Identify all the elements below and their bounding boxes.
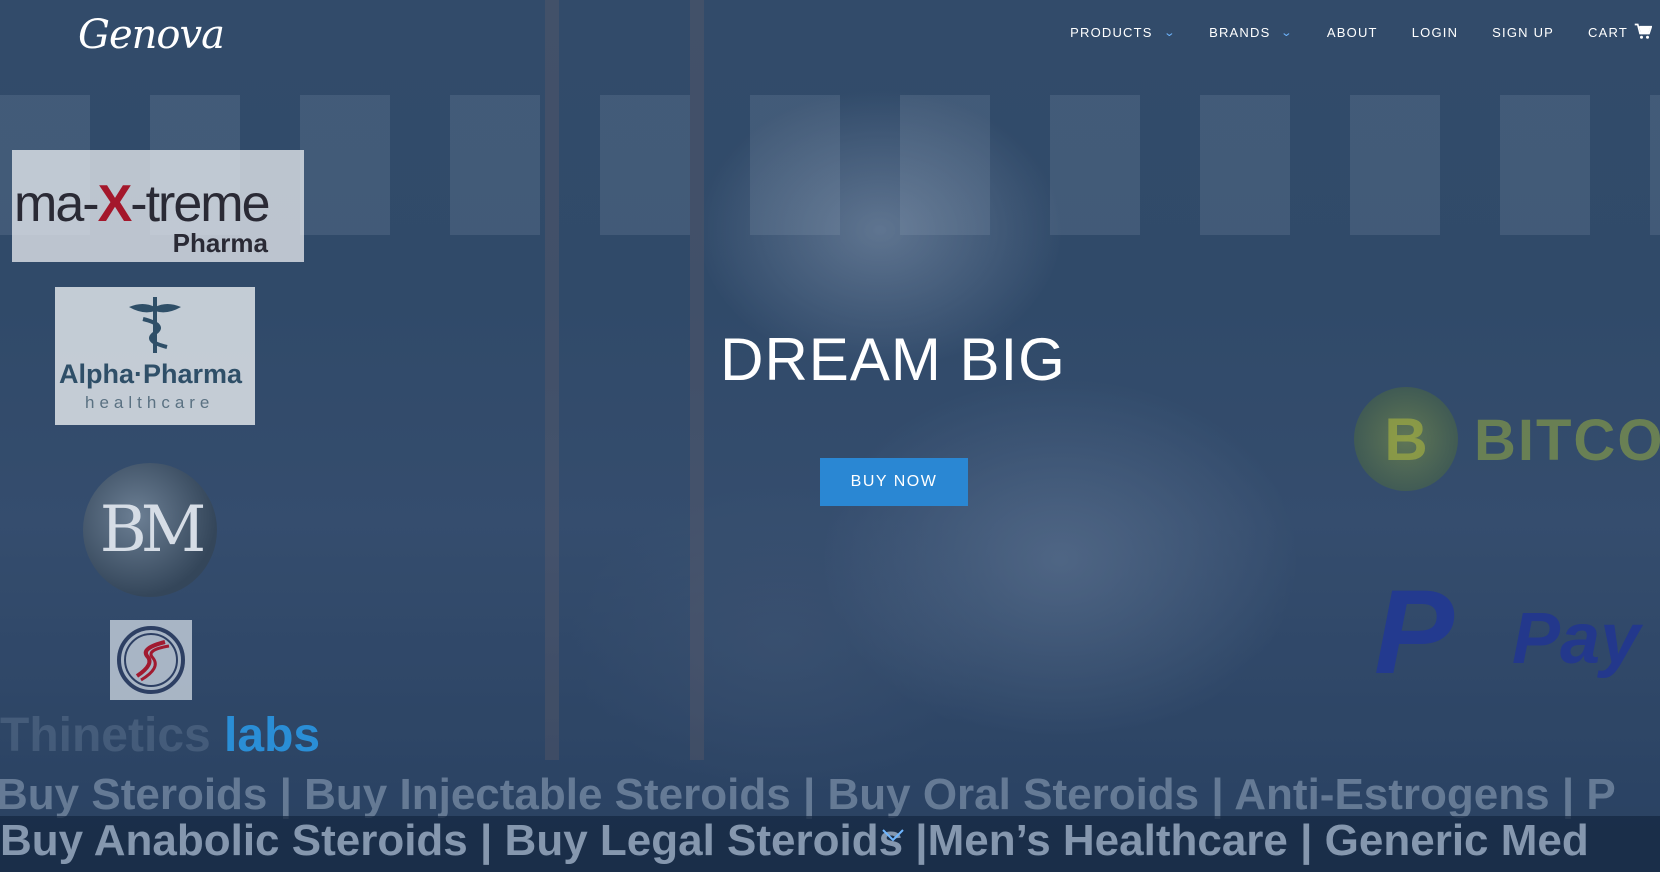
genova-logo[interactable]: Genova xyxy=(78,12,225,58)
labs-logo: Thinetics labs xyxy=(0,708,320,763)
nav-item-cart-label: CART xyxy=(1588,24,1628,40)
nav-item-signup-label: SIGN UP xyxy=(1492,24,1555,40)
paypal-mark-icon: P xyxy=(1374,572,1455,692)
cart-icon xyxy=(1634,23,1652,39)
paypal-logo: P Pay xyxy=(1372,572,1660,692)
nav-item-products-label: PRODUCTS xyxy=(1070,24,1153,40)
maxtreme-text-a: ma- xyxy=(14,175,100,233)
nav-item-cart[interactable]: CART xyxy=(1588,23,1652,41)
chevron-down-icon: ⌄ xyxy=(1280,26,1295,39)
bm-globe-logo: BM xyxy=(83,463,217,597)
maxtreme-subtext: Pharma xyxy=(172,228,268,258)
dna-icon xyxy=(117,626,185,694)
top-navigation: Genova PRODUCTS ⌄ BRANDS ⌄ ABOUT LOGIN S… xyxy=(0,0,1660,70)
paypal-text: Pay xyxy=(1512,599,1641,679)
bitcoin-logo: B BITCO xyxy=(1352,385,1660,495)
nav-item-brands[interactable]: BRANDS ⌄ xyxy=(1209,25,1293,40)
nav-item-about-label: ABOUT xyxy=(1326,24,1378,40)
bitcoin-coin-icon: B xyxy=(1354,387,1458,491)
alpha-healthcare-text: healthcare xyxy=(85,393,215,412)
chevron-down-icon: ⌄ xyxy=(1163,26,1177,39)
nav-menu: PRODUCTS ⌄ BRANDS ⌄ ABOUT LOGIN SIGN UP … xyxy=(1070,23,1660,41)
hero-headline: DREAM BIG xyxy=(720,326,1066,393)
buy-now-button[interactable]: BUY NOW xyxy=(820,458,968,506)
nav-item-login[interactable]: LOGIN xyxy=(1412,25,1458,40)
nav-item-login-label: LOGIN xyxy=(1411,24,1459,40)
nav-item-products[interactable]: PRODUCTS ⌄ xyxy=(1070,25,1175,40)
maxtreme-text-b: -treme xyxy=(130,175,270,233)
nav-item-about[interactable]: ABOUT xyxy=(1327,25,1378,40)
nav-item-brands-label: BRANDS xyxy=(1209,24,1271,40)
marquee-line-2: Buy Anabolic Steroids | Buy Legal Steroi… xyxy=(0,816,1589,865)
labs-logo-dim-text: Thinetics xyxy=(0,709,225,762)
maxtreme-pharma-logo: ma-X-treme Pharma xyxy=(12,150,304,262)
maxtreme-text-x: X xyxy=(97,175,133,233)
bitcoin-symbol: B xyxy=(1384,405,1428,473)
labs-logo-text: labs xyxy=(224,709,321,762)
bm-logo-text: BM xyxy=(99,493,207,567)
bitcoin-text: BITCO xyxy=(1474,408,1660,473)
nav-item-signup[interactable]: SIGN UP xyxy=(1492,25,1554,40)
marquee-line-1: Buy Steroids | Buy Injectable Steroids |… xyxy=(0,770,1616,819)
scroll-down-chevron-icon[interactable] xyxy=(882,828,904,842)
dna-logo xyxy=(110,620,192,700)
